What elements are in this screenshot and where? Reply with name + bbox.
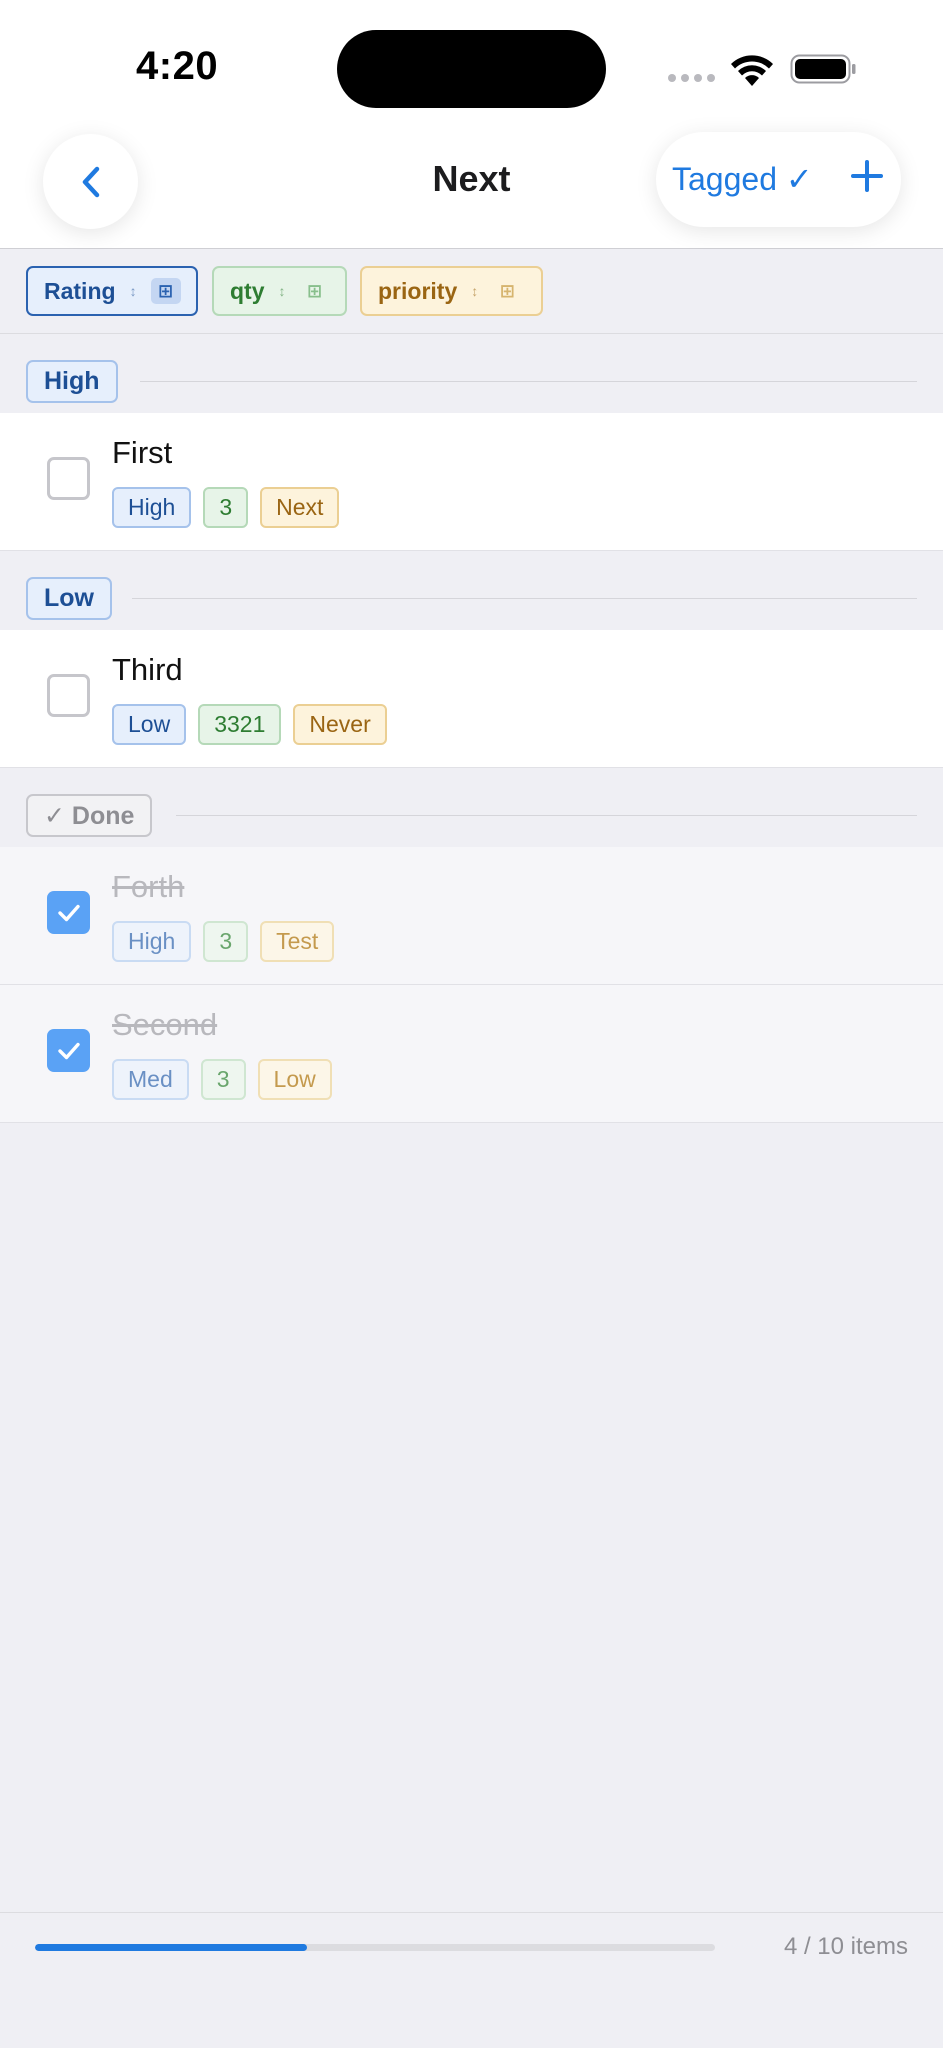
- priority-tag[interactable]: Never: [293, 704, 387, 745]
- add-item-button[interactable]: [848, 156, 886, 196]
- filter-chip-priority[interactable]: priority ↕ ⊞: [360, 266, 543, 316]
- filter-chip-qty[interactable]: qty ↕ ⊞: [212, 266, 347, 316]
- status-bar: 4:20: [0, 0, 943, 118]
- checkmark-icon: [57, 904, 80, 921]
- item-tags: High 3 Next: [112, 487, 340, 528]
- sort-arrows-icon[interactable]: ↕: [279, 283, 286, 299]
- item-tags: Low 3321 Never: [112, 704, 387, 745]
- filter-chip-label: Rating: [44, 277, 116, 304]
- progress-fill: [35, 1944, 307, 1951]
- section-divider: [176, 815, 917, 816]
- filter-chip-rating[interactable]: Rating ↕ ⊞: [26, 266, 198, 316]
- progress-count: 4 / 10 items: [783, 1933, 908, 1960]
- rating-tag[interactable]: Med: [112, 1059, 189, 1100]
- wifi-icon: [731, 55, 773, 86]
- item-title: First: [112, 435, 173, 470]
- section-label: High: [26, 360, 118, 403]
- group-icon[interactable]: ⊞: [150, 278, 181, 304]
- item-checkbox[interactable]: [47, 457, 90, 500]
- qty-tag[interactable]: 3: [200, 1059, 246, 1100]
- qty-tag[interactable]: 3: [203, 921, 249, 962]
- section-label: Low: [26, 577, 112, 620]
- battery-icon: [790, 54, 856, 84]
- list-item[interactable]: Third Low 3321 Never: [0, 630, 943, 768]
- item-checkbox[interactable]: [47, 1029, 90, 1072]
- group-icon[interactable]: ⊞: [492, 278, 522, 304]
- progress-bar: [35, 1944, 715, 1951]
- qty-tag[interactable]: 3: [203, 487, 249, 528]
- status-time: 4:20: [136, 44, 219, 88]
- section-label[interactable]: ✓ Done: [26, 794, 153, 837]
- section-header-done[interactable]: ✓ Done: [0, 768, 943, 847]
- item-title: Third: [112, 652, 183, 687]
- item-tags: High 3 Test: [112, 921, 335, 962]
- navigation-bar: Next Tagged ✓: [0, 118, 943, 249]
- nav-actions: Tagged ✓: [656, 132, 901, 227]
- list-item[interactable]: Second Med 3 Low: [0, 985, 943, 1123]
- item-title: Forth: [112, 869, 185, 904]
- list-item[interactable]: Forth High 3 Test: [0, 847, 943, 985]
- group-icon[interactable]: ⊞: [300, 278, 330, 304]
- section-divider: [132, 598, 917, 599]
- priority-tag[interactable]: Low: [257, 1059, 332, 1100]
- rating-tag[interactable]: High: [112, 487, 192, 528]
- rating-tag[interactable]: High: [112, 921, 192, 962]
- dynamic-island: [337, 30, 606, 108]
- section-divider: [140, 381, 917, 382]
- cellular-signal-icon: [668, 74, 715, 82]
- qty-tag[interactable]: 3321: [198, 704, 282, 745]
- item-checkbox[interactable]: [47, 674, 90, 717]
- tagged-filter-button[interactable]: Tagged ✓: [672, 160, 813, 198]
- priority-tag[interactable]: Next: [260, 487, 340, 528]
- item-tags: Med 3 Low: [112, 1059, 332, 1100]
- bottom-bar: 4 / 10 items: [0, 1912, 943, 2048]
- filter-chip-label: qty: [230, 277, 265, 304]
- item-title: Second: [112, 1007, 218, 1042]
- rating-tag[interactable]: Low: [112, 704, 187, 745]
- checkmark-icon: [57, 1042, 80, 1059]
- priority-tag[interactable]: Test: [260, 921, 335, 962]
- filter-chip-label: priority: [378, 277, 458, 304]
- list-item[interactable]: First High 3 Next: [0, 413, 943, 551]
- item-checkbox[interactable]: [47, 891, 90, 934]
- sort-arrows-icon[interactable]: ↕: [471, 283, 478, 299]
- section-header-high: High: [0, 334, 943, 413]
- section-header-low: Low: [0, 551, 943, 630]
- filter-bar: Rating ↕ ⊞ qty ↕ ⊞ priority ↕ ⊞: [0, 250, 943, 334]
- sort-arrows-icon[interactable]: ↕: [130, 283, 137, 299]
